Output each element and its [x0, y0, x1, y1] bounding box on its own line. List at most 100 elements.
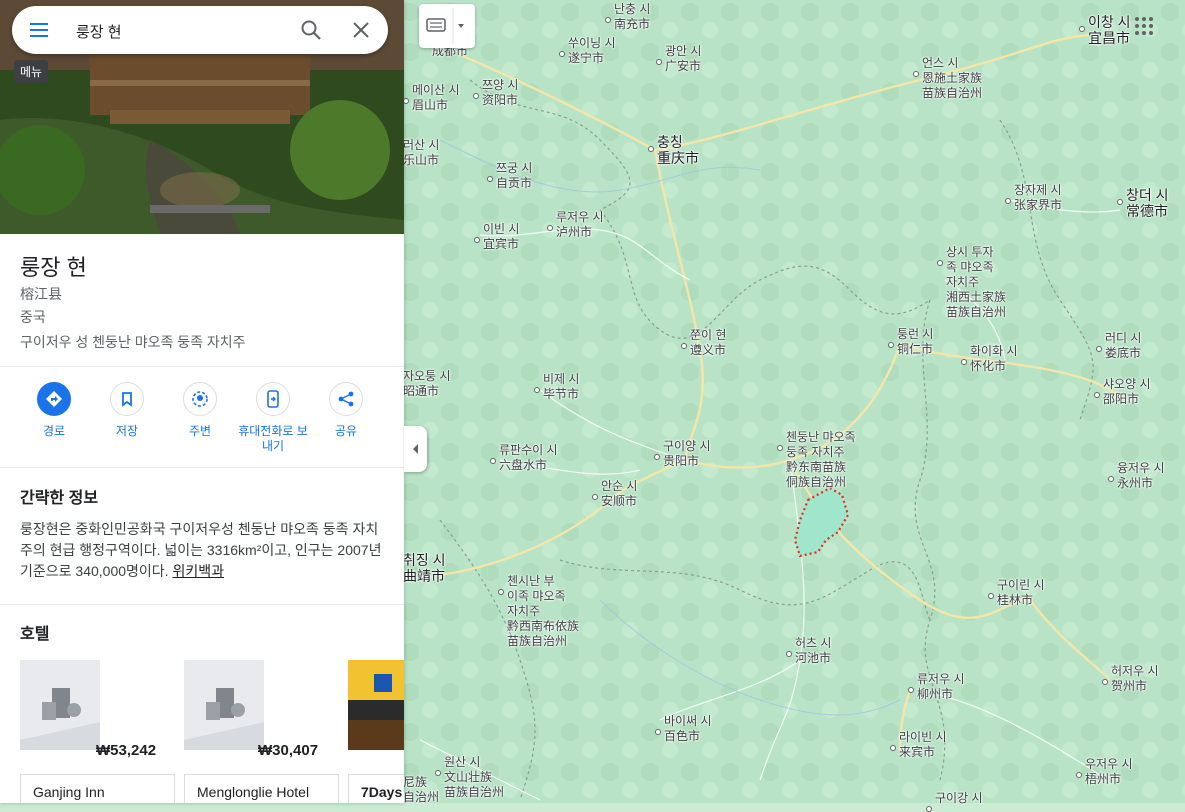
city-label[interactable]: 메이산 시 眉山市: [412, 83, 460, 113]
city-label[interactable]: 장자제 시 张家界市: [1014, 183, 1062, 213]
close-icon[interactable]: [349, 18, 373, 42]
city-label[interactable]: 자오퉁 시 昭通市: [403, 369, 451, 399]
city-label[interactable]: 라이빈 시 来宾市: [899, 730, 947, 760]
city-label[interactable]: 첸둥난 먀오족 둥족 자치주 黔东南苗族 侗族自治州: [786, 430, 856, 490]
city-marker[interactable]: [654, 454, 660, 460]
hotel-photo: [348, 660, 404, 750]
wikipedia-link[interactable]: 위키백과: [172, 563, 224, 579]
city-label[interactable]: 허저우 시 贺州市: [1111, 664, 1159, 694]
city-label[interactable]: 이창 시 宜昌市: [1088, 14, 1131, 46]
city-marker[interactable]: [937, 260, 943, 266]
city-marker[interactable]: [1076, 772, 1082, 778]
city-marker[interactable]: [988, 593, 994, 599]
city-label[interactable]: 구이린 시 桂林市: [997, 578, 1045, 608]
city-marker[interactable]: [1094, 392, 1100, 398]
city-label[interactable]: 창더 시 常德市: [1126, 187, 1169, 219]
city-marker[interactable]: [1117, 199, 1123, 205]
city-marker[interactable]: [592, 494, 598, 500]
input-tools-button[interactable]: [419, 4, 475, 48]
nearby-button[interactable]: 주변: [163, 382, 237, 439]
city-label[interactable]: 류저우 시 柳州市: [917, 672, 965, 702]
about-heading: 간략한 정보: [20, 490, 99, 507]
city-marker[interactable]: [961, 359, 967, 365]
city-label[interactable]: 첸시난 부 이족 먀오족 자치주 黔西南布依族 苗族自治州: [507, 574, 579, 649]
search-box[interactable]: 룽장 현: [12, 6, 388, 54]
hotel-thumbnail: [20, 660, 100, 750]
city-marker[interactable]: [1079, 26, 1085, 32]
city-marker[interactable]: [1108, 476, 1114, 482]
city-marker[interactable]: [926, 806, 932, 812]
city-marker[interactable]: [655, 729, 661, 735]
menu-icon[interactable]: [29, 20, 49, 40]
apps-grid-icon[interactable]: [1134, 16, 1154, 36]
city-label[interactable]: 쭌이 현 遵义市: [690, 328, 726, 358]
city-label[interactable]: 바이써 시 百色市: [664, 714, 712, 744]
hotel-card[interactable]: 7Days: [348, 660, 404, 803]
hotel-card[interactable]: ₩53,242 Ganjing Inn: [20, 660, 176, 803]
city-marker[interactable]: [908, 687, 914, 693]
city-label[interactable]: 쑤이닝 시 遂宁市: [568, 36, 616, 66]
city-label[interactable]: 류판수이 시 六盘水市: [499, 443, 558, 473]
city-label[interactable]: 尼族 自治州: [403, 775, 439, 805]
hotel-card[interactable]: ₩30,407 Menglonglie Hotel: [184, 660, 340, 803]
collapse-panel-button[interactable]: [404, 426, 427, 472]
city-marker[interactable]: [498, 589, 504, 595]
city-label[interactable]: 우저우 시 梧州市: [1085, 757, 1133, 787]
city-marker[interactable]: [890, 745, 896, 751]
city-marker[interactable]: [681, 343, 687, 349]
city-label[interactable]: 언스 시 恩施土家族 苗族自治州: [922, 56, 982, 101]
city-marker[interactable]: [474, 237, 480, 243]
hotel-placeholder-icon: [184, 660, 264, 750]
save-button[interactable]: 저장: [90, 382, 164, 439]
bookmark-icon: [122, 392, 132, 407]
city-label[interactable]: 난충 시 南充市: [614, 2, 650, 32]
divider: [0, 604, 404, 605]
city-marker[interactable]: [913, 71, 919, 77]
city-label[interactable]: 충칭 重庆市: [657, 134, 699, 166]
city-label[interactable]: 상시 투자 족 먀오족 자치주 湘西土家族 苗族自治州: [946, 245, 1006, 320]
city-label[interactable]: 이빈 시 宜宾市: [483, 222, 519, 252]
send-to-phone-icon: [267, 390, 279, 408]
nearby-icon: [192, 391, 208, 407]
city-label[interactable]: 쯔양 시 资阳市: [482, 78, 518, 108]
city-marker[interactable]: [1096, 346, 1102, 352]
city-marker[interactable]: [605, 17, 611, 23]
city-label[interactable]: 루저우 시 泸州市: [556, 210, 604, 240]
search-input[interactable]: 룽장 현: [76, 21, 122, 42]
city-marker[interactable]: [1102, 679, 1108, 685]
place-title: 룽장 현: [20, 255, 87, 280]
city-marker[interactable]: [473, 93, 479, 99]
city-marker[interactable]: [656, 59, 662, 65]
city-marker[interactable]: [1005, 198, 1011, 204]
city-label[interactable]: 러산 시 乐山市: [403, 138, 439, 168]
city-label[interactable]: 융저우 시 永州市: [1117, 461, 1165, 491]
city-label[interactable]: 구이양 시 贵阳市: [663, 439, 711, 469]
city-marker[interactable]: [777, 445, 783, 451]
city-marker[interactable]: [490, 458, 496, 464]
directions-button[interactable]: 경로: [17, 382, 91, 439]
search-icon[interactable]: [299, 18, 323, 42]
city-label[interactable]: 퉁런 시 铜仁市: [897, 327, 933, 357]
share-button[interactable]: 공유: [309, 382, 383, 439]
city-label[interactable]: 취징 시 曲靖市: [403, 552, 446, 584]
city-marker[interactable]: [487, 176, 493, 182]
city-label[interactable]: 비제 시 毕节市: [543, 372, 579, 402]
city-label[interactable]: 허츠 시 河池市: [795, 636, 831, 666]
city-label[interactable]: 쯔궁 시 自贡市: [496, 161, 532, 191]
city-marker[interactable]: [534, 387, 540, 393]
chevron-left-icon: [413, 444, 418, 454]
city-marker[interactable]: [559, 51, 565, 57]
city-label[interactable]: 광안 시 广安市: [665, 44, 701, 74]
city-label[interactable]: 화이화 시 怀化市: [970, 344, 1018, 374]
city-label[interactable]: 구이강 시: [935, 791, 983, 806]
city-label[interactable]: 안순 시 安顺市: [601, 479, 637, 509]
city-label[interactable]: 원산 시 文山壮族 苗族自治州: [444, 755, 504, 800]
city-marker[interactable]: [888, 342, 894, 348]
send-to-phone-button[interactable]: 휴대전화로 보 내기: [236, 382, 310, 454]
city-marker[interactable]: [547, 225, 553, 231]
city-marker[interactable]: [648, 146, 654, 152]
hotel-price: ₩30,407: [258, 742, 319, 759]
city-label[interactable]: 샤오양 시 邵阳市: [1103, 377, 1151, 407]
city-label[interactable]: 러디 시 娄底市: [1105, 331, 1141, 361]
city-marker[interactable]: [786, 651, 792, 657]
